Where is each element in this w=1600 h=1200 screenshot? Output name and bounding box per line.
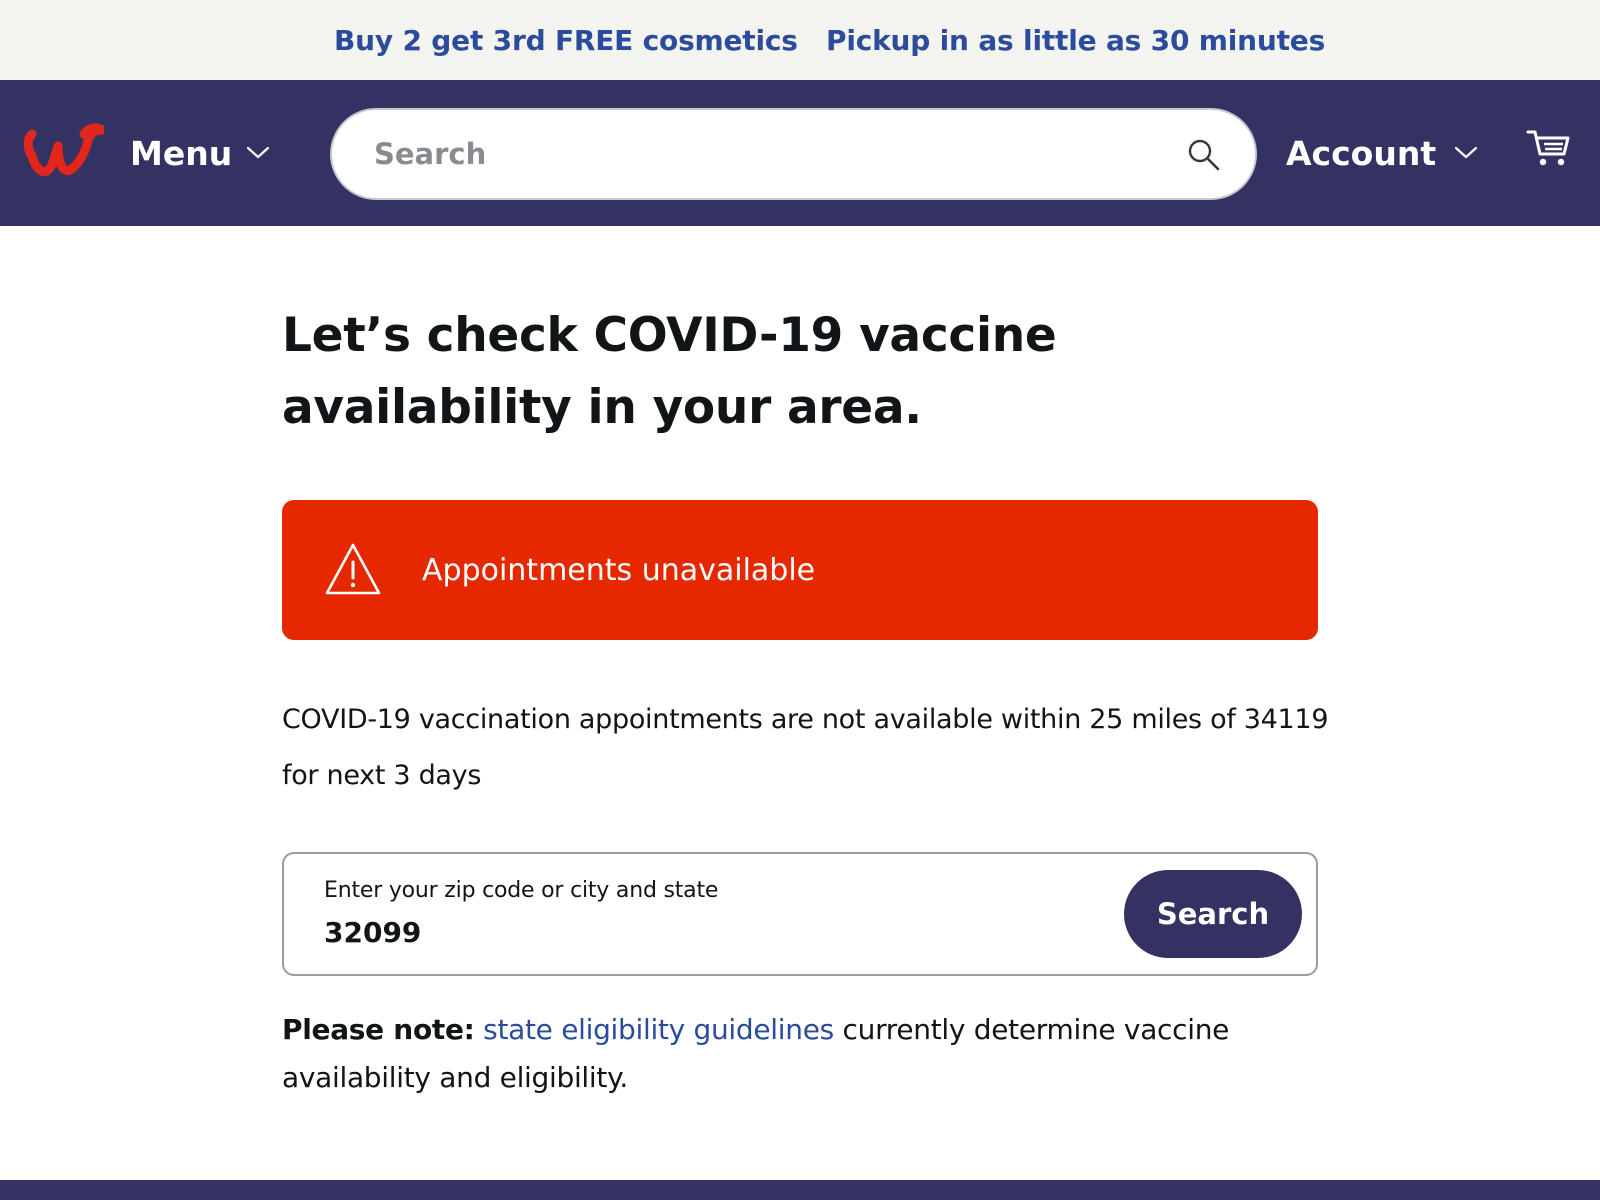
unavailable-alert: Appointments unavailable xyxy=(282,500,1318,640)
zip-label: Enter your zip code or city and state xyxy=(324,878,719,903)
main-content: Let’s check COVID-19 vaccine availabilit… xyxy=(282,300,1322,444)
account-button[interactable]: Account xyxy=(1286,128,1478,178)
note-label: Please note: xyxy=(282,1013,475,1046)
site-search-input[interactable] xyxy=(372,126,1132,182)
chevron-down-icon xyxy=(247,146,270,159)
promo-link-cosmetics[interactable]: Buy 2 get 3rd FREE cosmetics xyxy=(334,0,798,80)
eligibility-guidelines-link[interactable]: state eligibility guidelines xyxy=(483,1013,834,1046)
zip-search-form: Enter your zip code or city and state Se… xyxy=(282,852,1318,976)
promo-bar: Buy 2 get 3rd FREE cosmetics Pickup in a… xyxy=(0,0,1600,80)
alert-text: Appointments unavailable xyxy=(422,553,816,588)
promo-link-pickup[interactable]: Pickup in as little as 30 minutes xyxy=(826,0,1325,80)
search-icon[interactable] xyxy=(1187,138,1221,172)
cart-icon[interactable] xyxy=(1526,128,1570,168)
search-button[interactable]: Search xyxy=(1124,870,1302,958)
site-search-box xyxy=(330,108,1257,200)
chevron-down-icon xyxy=(1455,146,1478,159)
menu-label: Menu xyxy=(130,133,233,173)
warning-triangle-icon xyxy=(325,543,381,595)
page-title: Let’s check COVID-19 vaccine availabilit… xyxy=(282,308,1057,435)
top-navbar: Menu Account xyxy=(0,80,1600,226)
footer-bar xyxy=(0,1180,1600,1200)
account-label: Account xyxy=(1286,133,1437,173)
availability-message: COVID-19 vaccination appointments are no… xyxy=(282,704,1329,791)
zip-input[interactable] xyxy=(324,910,1024,954)
walgreens-logo[interactable] xyxy=(22,120,104,182)
menu-button[interactable]: Menu xyxy=(130,128,270,178)
eligibility-note: Please note: state eligibility guideline… xyxy=(282,1006,1342,1102)
